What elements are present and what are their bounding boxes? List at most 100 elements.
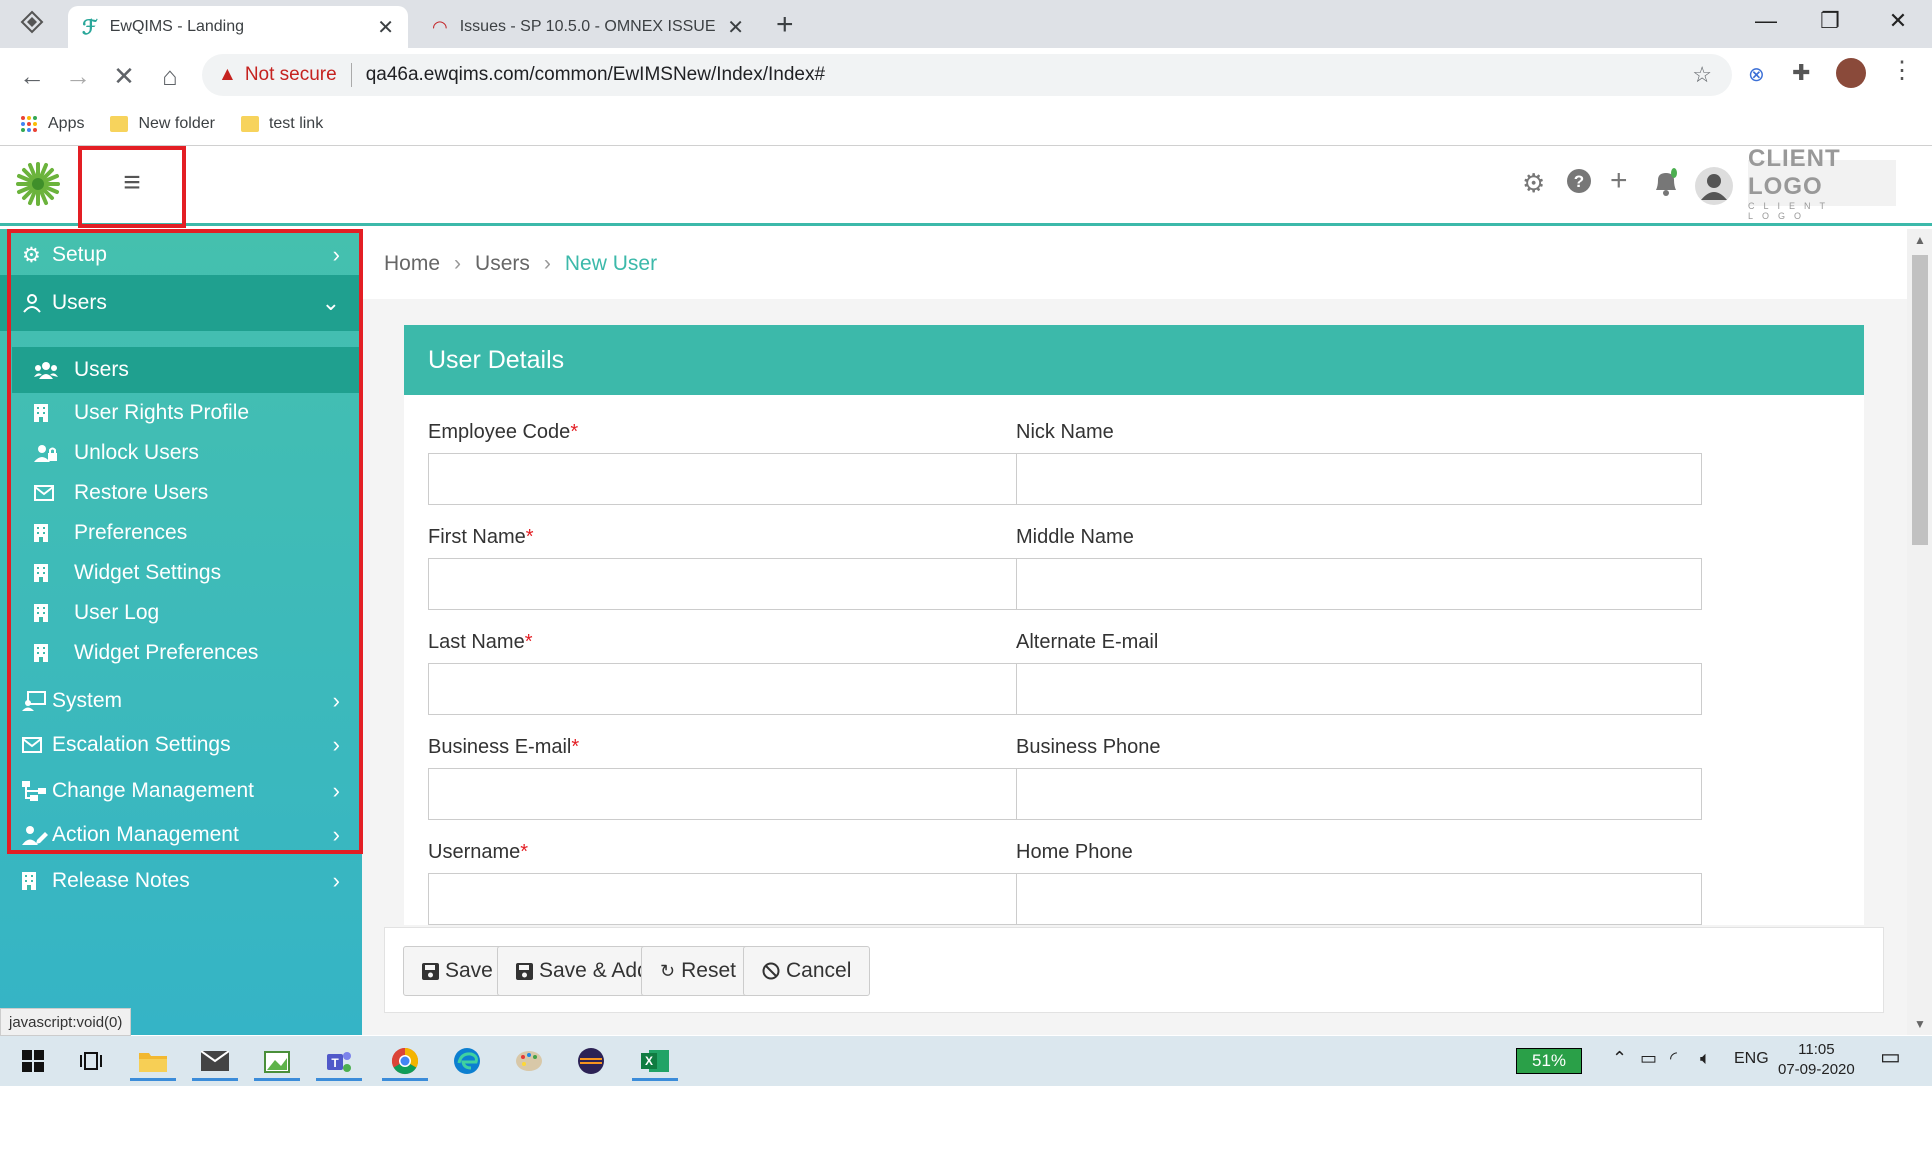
close-tab-icon[interactable]: ✕	[727, 15, 744, 40]
close-tab-icon[interactable]: ✕	[377, 15, 394, 40]
bookmark-star-icon[interactable]: ☆	[1692, 62, 1712, 88]
first-name-input[interactable]	[428, 558, 1114, 610]
breadcrumb-users[interactable]: Users	[475, 252, 530, 276]
help-icon[interactable]: ?	[1566, 168, 1592, 194]
business-email-label: Business E-mail*	[428, 736, 579, 759]
eclipse-icon[interactable]	[564, 1041, 618, 1081]
save-button[interactable]: Save	[403, 946, 512, 996]
windows-start-icon[interactable]	[6, 1041, 60, 1081]
chrome-menu-icon[interactable]	[20, 10, 44, 34]
chevron-right-icon: ›	[332, 732, 340, 757]
bookmark-test-link[interactable]: test link	[240, 115, 323, 133]
chrome-kebab-menu-icon[interactable]: ⋮	[1890, 56, 1914, 85]
task-view-icon[interactable]	[64, 1041, 118, 1081]
middle-name-input[interactable]	[1016, 558, 1702, 610]
sidebar-item-action-management[interactable]: Action Management ›	[0, 809, 362, 861]
scroll-up-icon[interactable]: ▲	[1914, 233, 1926, 247]
notification-bell-icon[interactable]	[1652, 168, 1680, 198]
label-text: Business Phone	[1016, 736, 1161, 758]
chrome-icon[interactable]	[378, 1041, 432, 1081]
business-email-input[interactable]	[428, 768, 1114, 820]
minimize-icon[interactable]: —	[1746, 8, 1786, 34]
scrollbar-thumb[interactable]	[1912, 255, 1928, 545]
bookmark-label: New folder	[138, 114, 215, 132]
username-input[interactable]	[428, 873, 1114, 925]
button-label: Save & Add	[539, 959, 649, 982]
alternate-email-input[interactable]	[1016, 663, 1702, 715]
label-text: Middle Name	[1016, 526, 1134, 548]
bookmarks-bar: Apps New folder test link	[0, 102, 1932, 146]
hamburger-menu-button[interactable]: ≡	[78, 146, 186, 228]
floppy-disk-icon	[422, 962, 439, 980]
reset-button[interactable]: ↻ Reset	[641, 946, 755, 996]
excel-icon[interactable]: X	[628, 1041, 682, 1081]
cancel-button[interactable]: Cancel	[743, 946, 871, 996]
bookmark-new-folder[interactable]: New folder	[110, 114, 215, 133]
extensions-puzzle-icon[interactable]: ✚	[1792, 60, 1810, 86]
extension-icon[interactable]: ⊗	[1748, 62, 1765, 87]
building-icon	[34, 644, 58, 662]
wifi-icon[interactable]: ◜	[1670, 1048, 1677, 1069]
close-window-icon[interactable]: ✕	[1878, 8, 1918, 34]
new-tab-icon[interactable]: +	[776, 8, 794, 42]
volume-icon[interactable]: 🔈︎	[1700, 1048, 1711, 1069]
forward-icon[interactable]: →	[60, 58, 96, 94]
file-explorer-icon[interactable]	[126, 1041, 180, 1081]
url-text: qa46a.ewqims.com/common/EwIMSNew/Index/I…	[365, 64, 826, 85]
user-avatar[interactable]	[1694, 166, 1734, 206]
home-phone-input[interactable]	[1016, 873, 1702, 925]
edge-icon[interactable]	[440, 1041, 494, 1081]
sidebar-item-escalation-settings[interactable]: Escalation Settings ›	[0, 719, 362, 771]
app-logo[interactable]	[14, 160, 62, 208]
chevron-up-icon[interactable]: ⌃	[1612, 1048, 1627, 1069]
add-icon[interactable]: +	[1610, 164, 1628, 198]
profile-avatar[interactable]	[1836, 58, 1866, 88]
last-name-input[interactable]	[428, 663, 1114, 715]
system-icon	[22, 691, 48, 711]
chevron-right-icon: ›	[332, 688, 340, 713]
ewqims-favicon-icon: ℱ	[82, 16, 98, 39]
envelope-icon	[34, 485, 58, 501]
scroll-down-icon[interactable]: ▼	[1914, 1017, 1926, 1031]
submenu-item-users[interactable]: Users	[12, 347, 362, 393]
employee-code-input[interactable]	[428, 453, 1114, 505]
warning-icon: ▲	[218, 64, 237, 85]
active-indicator	[254, 1078, 300, 1081]
paint-palette-icon[interactable]	[502, 1041, 556, 1081]
active-indicator	[130, 1078, 176, 1081]
submenu-item-label: User Rights Profile	[74, 401, 250, 424]
app-header: ≡ ⚙ ? + CLIENT LOGO CLIENT LOGO	[0, 145, 1932, 228]
bookmark-apps[interactable]: Apps	[20, 115, 84, 133]
sidebar-item-label: Action Management	[52, 823, 239, 846]
business-phone-input[interactable]	[1016, 768, 1702, 820]
teams-icon[interactable]: T	[312, 1041, 366, 1081]
settings-gear-icon[interactable]: ⚙	[1522, 168, 1545, 199]
url-field[interactable]: ▲ Not secure qa46a.ewqims.com/common/EwI…	[202, 54, 1732, 96]
sidebar-item-release-notes[interactable]: Release Notes ›	[0, 855, 362, 907]
back-icon[interactable]: ←	[14, 58, 50, 94]
sidebar-item-users[interactable]: Users ⌄	[0, 275, 362, 331]
language-indicator[interactable]: ENG	[1734, 1050, 1769, 1068]
tab-issues[interactable]: ◠ Issues - SP 10.5.0 - OMNEX ISSUE TF ✕	[418, 6, 758, 48]
notification-center-icon[interactable]: ▭	[1880, 1044, 1901, 1070]
gear-icon: ⚙	[22, 243, 41, 267]
page-scrollbar[interactable]: ▲ ▼	[1907, 229, 1932, 1035]
chevron-right-icon: ›	[332, 242, 340, 267]
submenu-item-widget-preferences[interactable]: Widget Preferences	[12, 630, 362, 676]
battery-icon[interactable]: ▭	[1640, 1048, 1657, 1069]
ban-icon	[762, 962, 780, 980]
tab-ewqims-landing[interactable]: ℱ EwQIMS - Landing ✕	[68, 6, 408, 48]
stop-loading-icon[interactable]: ✕	[106, 58, 142, 94]
nick-name-input[interactable]	[1016, 453, 1702, 505]
home-icon[interactable]: ⌂	[152, 58, 188, 94]
maximize-icon[interactable]: ❐	[1810, 8, 1850, 34]
building-icon	[22, 872, 48, 890]
mail-icon[interactable]	[188, 1041, 242, 1081]
users-group-icon	[34, 361, 58, 379]
sidebar-item-setup[interactable]: ⚙ Setup ›	[0, 229, 362, 281]
paint-app-icon[interactable]	[250, 1041, 304, 1081]
breadcrumb-home[interactable]: Home	[384, 252, 440, 276]
chevron-right-icon: ›	[543, 252, 551, 275]
system-clock[interactable]: 11:05 07-09-2020	[1778, 1040, 1855, 1080]
blank-area	[0, 1086, 1932, 1156]
